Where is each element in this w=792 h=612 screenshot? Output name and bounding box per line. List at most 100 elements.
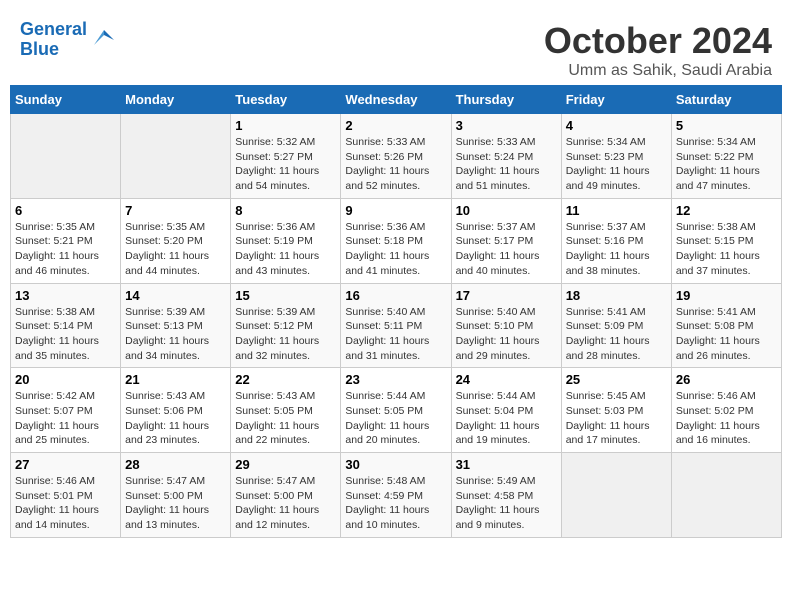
day-number: 15	[235, 288, 336, 303]
day-number: 2	[345, 118, 446, 133]
day-number: 29	[235, 457, 336, 472]
calendar-cell: 10 Sunrise: 5:37 AM Sunset: 5:17 PM Dayli…	[451, 198, 561, 283]
header-row: SundayMondayTuesdayWednesdayThursdayFrid…	[11, 86, 782, 114]
day-info: Sunrise: 5:45 AM Sunset: 5:03 PM Dayligh…	[566, 389, 667, 448]
calendar-cell: 16 Sunrise: 5:40 AM Sunset: 5:11 PM Dayli…	[341, 283, 451, 368]
calendar-cell: 6 Sunrise: 5:35 AM Sunset: 5:21 PM Daylig…	[11, 198, 121, 283]
logo-icon	[89, 25, 119, 55]
calendar-cell: 12Sunrise: 5:38 AM Sunset: 5:15 PM Dayli…	[671, 198, 781, 283]
day-number: 13	[15, 288, 116, 303]
day-info: Sunrise: 5:39 AM Sunset: 5:12 PM Dayligh…	[235, 305, 336, 364]
calendar-cell: 19Sunrise: 5:41 AM Sunset: 5:08 PM Dayli…	[671, 283, 781, 368]
calendar-cell: 25 Sunrise: 5:45 AM Sunset: 5:03 PM Dayli…	[561, 368, 671, 453]
day-number: 1	[235, 118, 336, 133]
page-header: General Blue October 2024 Umm as Sahik, …	[10, 10, 782, 85]
calendar-cell: 5Sunrise: 5:34 AM Sunset: 5:22 PM Daylig…	[671, 114, 781, 199]
day-number: 30	[345, 457, 446, 472]
weekday-header-tuesday: Tuesday	[231, 86, 341, 114]
day-info: Sunrise: 5:43 AM Sunset: 5:05 PM Dayligh…	[235, 389, 336, 448]
day-info: Sunrise: 5:37 AM Sunset: 5:17 PM Dayligh…	[456, 220, 557, 279]
day-info: Sunrise: 5:36 AM Sunset: 5:19 PM Dayligh…	[235, 220, 336, 279]
day-info: Sunrise: 5:47 AM Sunset: 5:00 PM Dayligh…	[235, 474, 336, 533]
calendar-cell: 18 Sunrise: 5:41 AM Sunset: 5:09 PM Dayli…	[561, 283, 671, 368]
day-info: Sunrise: 5:41 AM Sunset: 5:08 PM Dayligh…	[676, 305, 777, 364]
logo: General Blue	[20, 20, 119, 60]
calendar-cell: 2Sunrise: 5:33 AM Sunset: 5:26 PM Daylig…	[341, 114, 451, 199]
day-info: Sunrise: 5:33 AM Sunset: 5:24 PM Dayligh…	[456, 135, 557, 194]
calendar-cell: 14 Sunrise: 5:39 AM Sunset: 5:13 PM Dayli…	[121, 283, 231, 368]
calendar-week-2: 6 Sunrise: 5:35 AM Sunset: 5:21 PM Daylig…	[11, 198, 782, 283]
calendar-cell: 27Sunrise: 5:46 AM Sunset: 5:01 PM Dayli…	[11, 453, 121, 538]
logo-blue: Blue	[20, 39, 59, 59]
calendar-cell: 21 Sunrise: 5:43 AM Sunset: 5:06 PM Dayli…	[121, 368, 231, 453]
calendar-cell: 22 Sunrise: 5:43 AM Sunset: 5:05 PM Dayli…	[231, 368, 341, 453]
logo-text: General Blue	[20, 20, 87, 60]
calendar-cell: 13 Sunrise: 5:38 AM Sunset: 5:14 PM Dayli…	[11, 283, 121, 368]
day-info: Sunrise: 5:32 AM Sunset: 5:27 PM Dayligh…	[235, 135, 336, 194]
day-number: 20	[15, 372, 116, 387]
day-info: Sunrise: 5:46 AM Sunset: 5:02 PM Dayligh…	[676, 389, 777, 448]
calendar-cell: 1 Sunrise: 5:32 AM Sunset: 5:27 PM Daylig…	[231, 114, 341, 199]
day-info: Sunrise: 5:49 AM Sunset: 4:58 PM Dayligh…	[456, 474, 557, 533]
day-number: 10	[456, 203, 557, 218]
calendar-cell: 11 Sunrise: 5:37 AM Sunset: 5:16 PM Dayli…	[561, 198, 671, 283]
calendar-week-1: 1 Sunrise: 5:32 AM Sunset: 5:27 PM Daylig…	[11, 114, 782, 199]
day-number: 18	[566, 288, 667, 303]
day-info: Sunrise: 5:41 AM Sunset: 5:09 PM Dayligh…	[566, 305, 667, 364]
calendar-cell: 8Sunrise: 5:36 AM Sunset: 5:19 PM Daylig…	[231, 198, 341, 283]
day-number: 16	[345, 288, 446, 303]
calendar-cell	[561, 453, 671, 538]
day-number: 28	[125, 457, 226, 472]
calendar-cell: 23Sunrise: 5:44 AM Sunset: 5:05 PM Dayli…	[341, 368, 451, 453]
day-info: Sunrise: 5:36 AM Sunset: 5:18 PM Dayligh…	[345, 220, 446, 279]
calendar-cell: 24Sunrise: 5:44 AM Sunset: 5:04 PM Dayli…	[451, 368, 561, 453]
day-info: Sunrise: 5:40 AM Sunset: 5:11 PM Dayligh…	[345, 305, 446, 364]
day-info: Sunrise: 5:48 AM Sunset: 4:59 PM Dayligh…	[345, 474, 446, 533]
weekday-header-wednesday: Wednesday	[341, 86, 451, 114]
day-number: 31	[456, 457, 557, 472]
day-number: 25	[566, 372, 667, 387]
month-title: October 2024	[544, 20, 772, 62]
weekday-header-monday: Monday	[121, 86, 231, 114]
day-info: Sunrise: 5:34 AM Sunset: 5:22 PM Dayligh…	[676, 135, 777, 194]
day-info: Sunrise: 5:39 AM Sunset: 5:13 PM Dayligh…	[125, 305, 226, 364]
weekday-header-saturday: Saturday	[671, 86, 781, 114]
calendar-week-3: 13 Sunrise: 5:38 AM Sunset: 5:14 PM Dayli…	[11, 283, 782, 368]
weekday-header-friday: Friday	[561, 86, 671, 114]
day-number: 11	[566, 203, 667, 218]
weekday-header-thursday: Thursday	[451, 86, 561, 114]
calendar-week-5: 27Sunrise: 5:46 AM Sunset: 5:01 PM Dayli…	[11, 453, 782, 538]
day-info: Sunrise: 5:43 AM Sunset: 5:06 PM Dayligh…	[125, 389, 226, 448]
day-info: Sunrise: 5:47 AM Sunset: 5:00 PM Dayligh…	[125, 474, 226, 533]
day-info: Sunrise: 5:38 AM Sunset: 5:15 PM Dayligh…	[676, 220, 777, 279]
day-number: 14	[125, 288, 226, 303]
day-info: Sunrise: 5:37 AM Sunset: 5:16 PM Dayligh…	[566, 220, 667, 279]
calendar-cell: 26Sunrise: 5:46 AM Sunset: 5:02 PM Dayli…	[671, 368, 781, 453]
day-info: Sunrise: 5:35 AM Sunset: 5:21 PM Dayligh…	[15, 220, 116, 279]
title-block: October 2024 Umm as Sahik, Saudi Arabia	[544, 20, 772, 80]
day-info: Sunrise: 5:35 AM Sunset: 5:20 PM Dayligh…	[125, 220, 226, 279]
calendar-cell: 30 Sunrise: 5:48 AM Sunset: 4:59 PM Dayli…	[341, 453, 451, 538]
calendar-week-4: 20 Sunrise: 5:42 AM Sunset: 5:07 PM Dayli…	[11, 368, 782, 453]
day-number: 22	[235, 372, 336, 387]
day-number: 17	[456, 288, 557, 303]
day-info: Sunrise: 5:46 AM Sunset: 5:01 PM Dayligh…	[15, 474, 116, 533]
calendar-cell: 31 Sunrise: 5:49 AM Sunset: 4:58 PM Dayli…	[451, 453, 561, 538]
day-info: Sunrise: 5:42 AM Sunset: 5:07 PM Dayligh…	[15, 389, 116, 448]
calendar-cell: 3 Sunrise: 5:33 AM Sunset: 5:24 PM Daylig…	[451, 114, 561, 199]
day-number: 21	[125, 372, 226, 387]
calendar-table: SundayMondayTuesdayWednesdayThursdayFrid…	[10, 85, 782, 538]
day-info: Sunrise: 5:44 AM Sunset: 5:04 PM Dayligh…	[456, 389, 557, 448]
calendar-cell: 17Sunrise: 5:40 AM Sunset: 5:10 PM Dayli…	[451, 283, 561, 368]
calendar-cell: 9Sunrise: 5:36 AM Sunset: 5:18 PM Daylig…	[341, 198, 451, 283]
calendar-cell	[121, 114, 231, 199]
calendar-cell: 28 Sunrise: 5:47 AM Sunset: 5:00 PM Dayli…	[121, 453, 231, 538]
day-number: 4	[566, 118, 667, 133]
calendar-cell: 15 Sunrise: 5:39 AM Sunset: 5:12 PM Dayli…	[231, 283, 341, 368]
day-info: Sunrise: 5:38 AM Sunset: 5:14 PM Dayligh…	[15, 305, 116, 364]
logo-general: General	[20, 19, 87, 39]
weekday-header-sunday: Sunday	[11, 86, 121, 114]
calendar-cell	[671, 453, 781, 538]
day-number: 6	[15, 203, 116, 218]
day-number: 3	[456, 118, 557, 133]
